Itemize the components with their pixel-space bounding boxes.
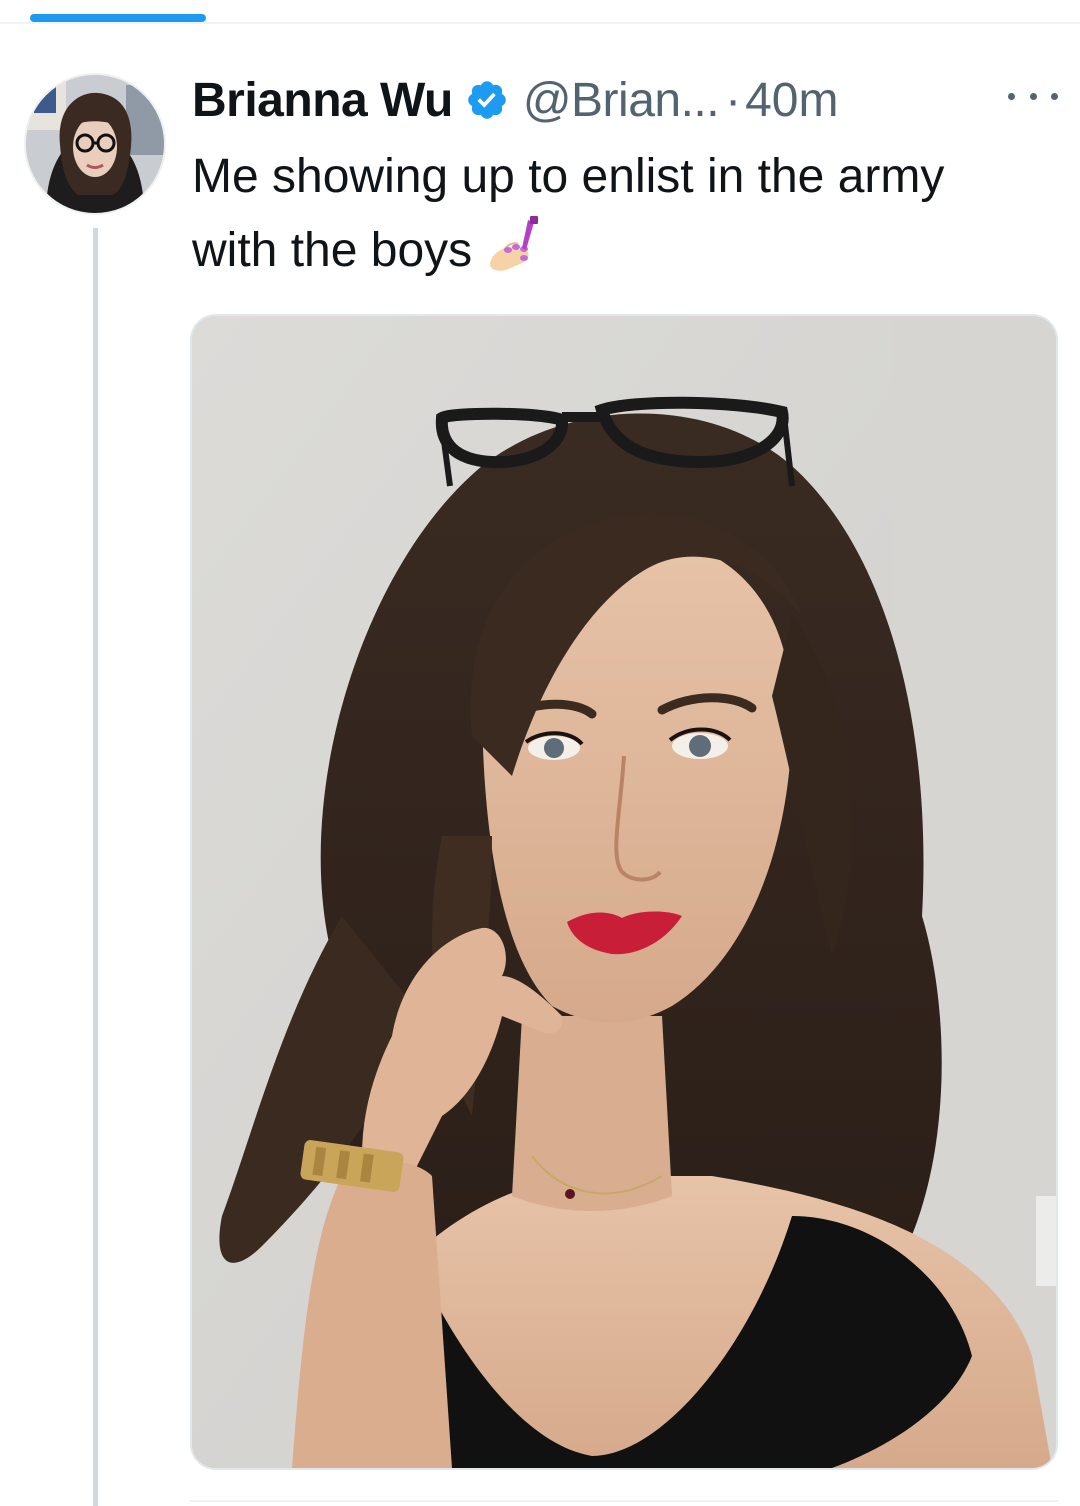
nail-polish-emoji-icon — [490, 216, 539, 271]
photo-selfie — [192, 316, 1056, 1468]
display-name[interactable]: Brianna Wu — [192, 73, 453, 128]
tweet-media-photo[interactable] — [190, 314, 1058, 1470]
avatar[interactable] — [24, 73, 166, 215]
tweet-header: Brianna Wu @Brian... · 40m — [192, 70, 838, 130]
avatar-image — [26, 75, 164, 213]
verified-badge-icon — [468, 81, 506, 119]
active-tab-indicator — [30, 14, 206, 22]
user-handle[interactable]: @Brian... — [523, 73, 720, 128]
tweet-text-content: Me showing up to enlist in the army with… — [192, 150, 945, 277]
more-options-icon[interactable] — [1008, 84, 1058, 108]
top-divider — [0, 22, 1080, 24]
thread-connector-line — [93, 228, 98, 1506]
tweet-timestamp[interactable]: 40m — [745, 73, 838, 128]
bottom-divider — [190, 1500, 1058, 1502]
tweet-text: Me showing up to enlist in the army with… — [192, 140, 1012, 288]
separator-dot: · — [725, 73, 742, 127]
